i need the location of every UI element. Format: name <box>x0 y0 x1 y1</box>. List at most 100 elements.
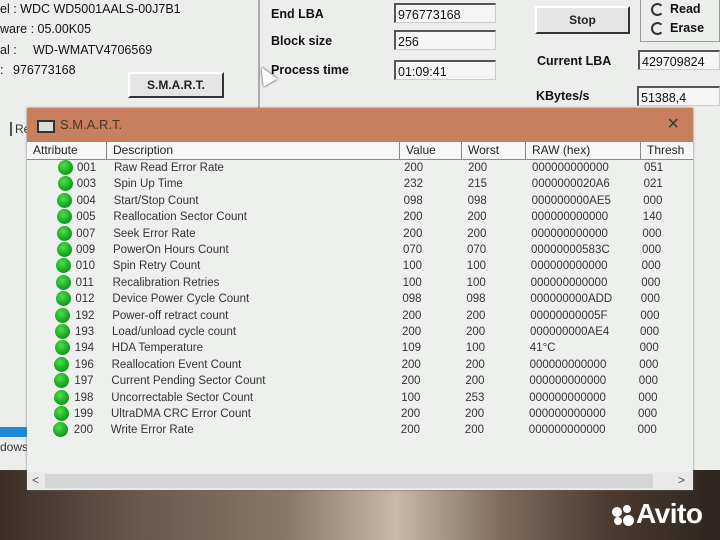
attribute-thresh: 000 <box>637 424 657 437</box>
smart-table-row[interactable]: 004 Start/Stop Count 098 098 000000000AE5 000 <box>27 192 693 209</box>
attribute-value: 098 <box>402 293 422 306</box>
status-ok-icon <box>53 406 69 421</box>
model-label: el : WDC WD5001AALS-00J7B1 <box>0 2 181 16</box>
smart-table-row[interactable]: 003 Spin Up Time 232 215 0000000020A6 021 <box>27 176 693 192</box>
attribute-raw: 000000000000 <box>531 211 609 224</box>
smart-table-row[interactable]: 009 PowerOn Hours Count 070 070 00000000583C… <box>27 242 693 258</box>
attribute-value: 200 <box>402 309 422 322</box>
current-lba-field[interactable]: 429709824 <box>638 50 720 70</box>
column-header-description[interactable]: Description <box>107 142 400 159</box>
smart-button[interactable]: S.M.A.R.T. <box>128 72 224 98</box>
attribute-thresh: 000 <box>640 309 660 322</box>
attribute-description: Reallocation Event Count <box>111 358 242 371</box>
radio-read[interactable]: Read <box>651 2 701 17</box>
attribute-thresh: 051 <box>644 162 664 174</box>
attribute-raw: 000000000AE4 <box>530 326 610 338</box>
smart-table-row[interactable]: 192 Power-off retract count 200 200 00000000… <box>27 307 693 324</box>
scrollbar-track[interactable] <box>45 474 653 488</box>
attribute-description: Spin Retry Count <box>112 260 201 273</box>
smart-table-row[interactable]: 005 Reallocation Sector Count 200 200 000000… <box>27 209 693 225</box>
attribute-worst: 100 <box>465 342 485 355</box>
smart-table-row[interactable]: 012 Device Power Cycle Count 098 098 0000000… <box>27 291 693 307</box>
close-icon[interactable]: × <box>667 113 679 136</box>
radio-read-circle <box>651 3 664 17</box>
status-ok-icon <box>56 225 72 241</box>
radio-read-label: Read <box>670 2 701 16</box>
lba-value: 976773168 <box>13 63 76 77</box>
attribute-worst: 200 <box>466 326 486 338</box>
smart-table-row[interactable]: 193 Load/unload cycle count 200 200 00000000… <box>27 324 693 340</box>
attribute-value: 200 <box>401 375 421 388</box>
status-ok-icon <box>56 258 72 274</box>
smart-table-row[interactable]: 197 Current Pending Sector Count 200 200 000… <box>27 373 693 389</box>
attribute-thresh: 000 <box>642 227 662 240</box>
column-header-value[interactable]: Value <box>400 142 462 159</box>
attribute-id: 199 <box>74 408 94 420</box>
attribute-id: 011 <box>75 276 94 289</box>
scroll-left-icon[interactable]: < <box>32 473 39 487</box>
smart-table-row[interactable]: 011 Recalibration Retries 100 100 0000000000… <box>27 274 693 291</box>
status-ok-icon <box>53 389 69 405</box>
attribute-id: 197 <box>74 375 94 388</box>
column-header-raw[interactable]: RAW (hex) <box>526 142 641 159</box>
attribute-description: Recalibration Retries <box>112 276 220 289</box>
attribute-id: 004 <box>76 194 96 207</box>
smart-table-row[interactable]: 199 UltraDMA CRC Error Count 200 200 0000000… <box>27 406 693 422</box>
attribute-id: 009 <box>76 244 96 256</box>
column-header-worst[interactable]: Worst <box>462 142 526 159</box>
attribute-value: 200 <box>401 408 421 420</box>
mode-radio-group: Read Erase <box>640 0 720 42</box>
avito-watermark: Avito <box>612 498 703 530</box>
kbytes-field[interactable]: 51388,4 <box>637 86 720 106</box>
process-time-field[interactable]: 01:09:41 <box>394 60 496 80</box>
attribute-raw: 000000000000 <box>528 424 606 437</box>
horizontal-scrollbar[interactable]: < > <box>27 472 693 490</box>
attribute-worst: 070 <box>467 244 487 256</box>
avito-text: Avito <box>636 498 703 529</box>
smart-table-row[interactable]: 001 Raw Read Error Rate 200 200 000000000000… <box>27 160 693 176</box>
attribute-worst: 253 <box>465 391 485 404</box>
smart-table-row[interactable]: 196 Reallocation Event Count 200 200 0000000… <box>27 356 693 373</box>
smart-table-row[interactable]: 010 Spin Retry Count 100 100 000000000000 000 <box>27 258 693 274</box>
column-header-attribute[interactable]: Attribute <box>27 142 107 159</box>
current-lba-label: Current LBA <box>537 54 612 68</box>
status-ok-icon <box>55 307 71 323</box>
window-icon <box>37 120 55 133</box>
column-header-thresh[interactable]: Thresh <box>641 142 693 159</box>
status-ok-icon <box>55 274 71 290</box>
smart-title-bar[interactable]: S.M.A.R.T. × <box>27 108 693 142</box>
radio-erase-circle <box>651 22 664 36</box>
status-ok-icon <box>54 373 70 389</box>
scroll-right-icon[interactable]: > <box>678 473 685 487</box>
smart-table-row[interactable]: 007 Seek Error Rate 200 200 000000000000 000 <box>27 225 693 242</box>
status-ok-icon <box>57 176 73 192</box>
attribute-thresh: 000 <box>642 244 662 256</box>
attribute-thresh: 000 <box>638 375 658 388</box>
attribute-worst: 215 <box>467 178 487 191</box>
attribute-raw: 000000000000 <box>530 260 608 273</box>
block-size-field[interactable]: 256 <box>394 30 496 50</box>
stop-button[interactable]: Stop <box>535 6 630 34</box>
smart-table-row[interactable]: 194 HDA Temperature 109 100 41°C 000 <box>27 340 693 356</box>
attribute-thresh: 000 <box>638 408 658 420</box>
end-lba-field[interactable]: 976773168 <box>394 3 496 23</box>
status-ok-icon <box>53 422 69 438</box>
attribute-id: 010 <box>75 260 95 273</box>
radio-erase[interactable]: Erase <box>651 21 705 36</box>
attribute-thresh: 000 <box>640 293 660 306</box>
attribute-worst: 200 <box>468 162 488 174</box>
attribute-value: 070 <box>403 244 423 256</box>
attribute-thresh: 000 <box>638 391 658 404</box>
avito-logo-icon <box>612 504 634 527</box>
attribute-worst: 098 <box>466 293 486 306</box>
attribute-id: 193 <box>75 326 95 338</box>
attribute-description: Seek Error Rate <box>113 227 196 240</box>
status-ok-icon <box>56 242 72 257</box>
radio-erase-label: Erase <box>670 21 705 35</box>
attribute-id: 192 <box>75 309 95 322</box>
attribute-worst: 200 <box>467 227 487 240</box>
attribute-raw: 000000000ADD <box>530 293 613 306</box>
firmware-label: ware : 05.00K05 <box>0 22 92 36</box>
smart-table-row[interactable]: 198 Uncorrectable Sector Count 100 253 00000… <box>27 389 693 406</box>
smart-table-row[interactable]: 200 Write Error Rate 200 200 000000000000 000 <box>27 422 693 438</box>
